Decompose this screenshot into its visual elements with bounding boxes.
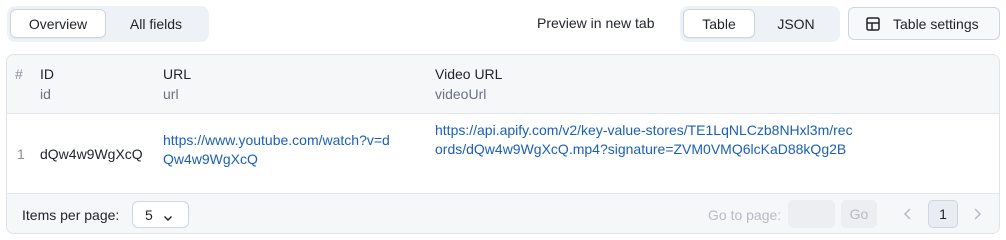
chevron-right-icon[interactable] [969, 206, 985, 222]
items-per-page-label: Items per page: [22, 207, 120, 223]
data-table: # ID id URL url Video URL videoUrl 1 dQw… [6, 54, 1000, 234]
items-per-page-select[interactable]: 5 [132, 201, 189, 228]
column-title: ID [40, 66, 54, 82]
chevron-left-icon[interactable] [900, 206, 916, 222]
go-to-page-input[interactable] [788, 200, 835, 228]
format-segmented-control: Table JSON [680, 6, 840, 42]
table-grid-icon [866, 16, 880, 31]
pagination-bar: Items per page: 5 Go to page: Go 1 [7, 194, 999, 233]
tab-table[interactable]: Table [683, 9, 755, 38]
chevron-down-icon [163, 210, 173, 221]
tab-all-fields[interactable]: All fields [106, 9, 206, 38]
column-field-name: url [163, 86, 179, 102]
view-segmented-control: Overview All fields [7, 6, 209, 42]
current-page-button[interactable]: 1 [928, 200, 958, 228]
column-field-name: id [40, 86, 51, 102]
table-row: 1 dQw4w9WgXcQ https://www.youtube.com/wa… [7, 114, 999, 194]
column-header-video-url[interactable]: Video URL videoUrl [435, 66, 502, 102]
table-settings-label: Table settings [893, 15, 979, 32]
items-per-page-value: 5 [145, 206, 153, 223]
go-to-page-label: Go to page: [708, 207, 782, 223]
cell-video-url-link[interactable]: https://api.apify.com/v2/key-value-store… [435, 121, 855, 158]
cell-url-link[interactable]: https://www.youtube.com/watch?v=dQw4w9Wg… [163, 131, 393, 168]
column-title: Video URL [435, 66, 503, 82]
cell-id: dQw4w9WgXcQ [40, 146, 143, 162]
preview-in-new-tab-link[interactable]: Preview in new tab [537, 15, 655, 31]
table-header: # ID id URL url Video URL videoUrl [7, 55, 999, 114]
table-settings-button[interactable]: Table settings [848, 7, 1000, 40]
tab-json[interactable]: JSON [755, 9, 837, 38]
row-index: 1 [17, 146, 25, 162]
column-title: URL [163, 66, 192, 82]
column-header-url[interactable]: URL url [163, 66, 191, 102]
tab-overview[interactable]: Overview [10, 9, 106, 38]
column-field-name: videoUrl [435, 86, 487, 102]
index-column-header: # [15, 66, 23, 82]
column-header-id[interactable]: ID id [40, 66, 54, 102]
go-button[interactable]: Go [841, 200, 877, 228]
